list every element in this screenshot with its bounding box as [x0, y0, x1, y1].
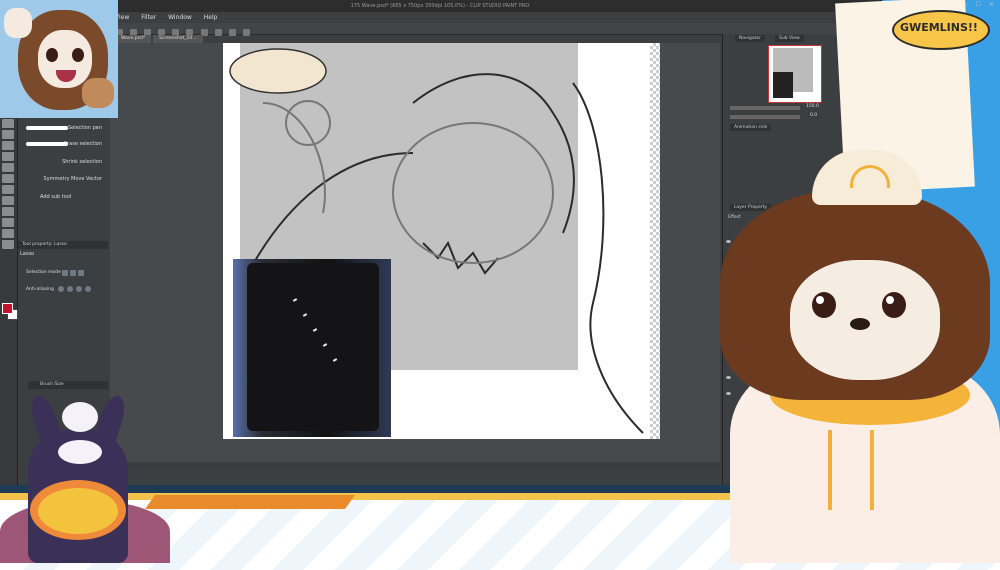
companion-fluff	[38, 488, 118, 534]
fill-tool-icon[interactable]	[2, 163, 14, 172]
mode-new-icon[interactable]	[62, 270, 68, 276]
subtool-label: Erase selection	[63, 141, 102, 147]
tool-property-header: Tool property: Lasso	[18, 241, 108, 249]
background-accent	[145, 495, 355, 509]
brush-preview-icon	[26, 126, 68, 130]
ruler-icon[interactable]	[242, 29, 250, 36]
vtuber-eye	[882, 292, 906, 318]
subtool-panel: Selection pen Erase selection Shrink sel…	[18, 100, 108, 240]
menu-window[interactable]: Window	[168, 12, 192, 23]
vtuber-eye	[812, 292, 836, 318]
avatar-paw	[4, 8, 32, 38]
document-tabs: Wave.psd* Screenshot_20...	[115, 35, 203, 43]
airbrush-tool-icon[interactable]	[2, 130, 14, 139]
brush-tool-icon[interactable]	[2, 119, 14, 128]
sketch-paw	[285, 100, 331, 146]
gradient-tool-icon[interactable]	[2, 174, 14, 183]
canvas-status-bar	[110, 462, 720, 471]
sketch-stroke	[572, 82, 644, 434]
sketch-stroke	[262, 102, 326, 214]
eye-icon[interactable]	[726, 376, 731, 379]
rotate-slider[interactable]	[730, 115, 800, 119]
eraser-tool-icon[interactable]	[2, 141, 14, 150]
hoodie-drawstring	[828, 430, 832, 510]
navigator-zoom-value[interactable]: 150.0	[806, 104, 819, 109]
brush-size-header: Brush Size	[28, 381, 108, 389]
mode-add-icon[interactable]	[70, 270, 76, 276]
text-tool-icon[interactable]	[2, 218, 14, 227]
reference-photo[interactable]	[233, 259, 391, 437]
tab-screenshot[interactable]: Screenshot_20...	[153, 35, 203, 43]
eye-shine	[886, 296, 894, 304]
subtool-erase-selection[interactable]: Erase selection	[20, 138, 106, 151]
sign-text: GWEMLINS!!	[900, 21, 978, 34]
subtool-label: Shrink selection	[62, 159, 102, 165]
avatar-picture	[0, 0, 118, 118]
menu-filter[interactable]: Filter	[141, 12, 156, 23]
mode-subtract-icon[interactable]	[78, 270, 84, 276]
figure-tool-icon[interactable]	[2, 185, 14, 194]
menu-help[interactable]: Help	[204, 12, 218, 23]
sketch-stroke	[422, 240, 499, 275]
sketch-stroke	[412, 73, 575, 234]
frame-tool-icon[interactable]	[2, 196, 14, 205]
selection-mode-label: Selection mode	[26, 270, 61, 275]
subtool-label: Selection pen	[67, 125, 102, 131]
navigator-angle-value[interactable]: 0.0	[810, 113, 817, 118]
shirt-photo	[247, 263, 379, 431]
avatar-eye	[72, 48, 84, 62]
avatar-eye	[46, 48, 58, 62]
sketch-head	[392, 122, 554, 264]
eye-icon[interactable]	[726, 392, 731, 395]
correct-line-tool-icon[interactable]	[2, 240, 14, 249]
snap-icon[interactable]	[228, 29, 236, 36]
companion-hair	[62, 402, 98, 432]
foreground-color-swatch[interactable]	[2, 303, 13, 314]
subtool-selection-pen[interactable]: Selection pen	[20, 122, 106, 135]
navigator-thumbnail[interactable]	[768, 45, 822, 103]
hoodie-drawstring	[870, 430, 874, 510]
subtool-shrink-selection[interactable]: Shrink selection	[20, 156, 106, 169]
maximize-button[interactable]: ☐	[976, 1, 981, 8]
close-button[interactable]: ✕	[989, 1, 994, 8]
window-controls[interactable]: — ☐ ✕	[962, 1, 994, 8]
zoom-slider[interactable]	[730, 106, 800, 110]
subtool-label: Symmetry Move Vector	[43, 176, 102, 182]
balloon-tool-icon[interactable]	[2, 229, 14, 238]
tab-subview[interactable]: Sub View	[775, 35, 804, 42]
thumbnail-photo	[773, 72, 793, 98]
tab-wave[interactable]: Wave.psd*	[115, 35, 152, 43]
avatar-paw	[82, 78, 114, 108]
tab-navigator[interactable]: Navigator	[735, 35, 766, 42]
menu-bar: View Filter Window Help	[115, 12, 217, 23]
eye-icon[interactable]	[726, 240, 731, 243]
aa-medium-icon[interactable]	[76, 286, 82, 292]
blend-tool-icon[interactable]	[2, 152, 14, 161]
ruler-tool-icon[interactable]	[2, 207, 14, 216]
subtool-symmetry-move-vector[interactable]: Symmetry Move Vector	[20, 173, 106, 186]
tool-property-title: Lasso	[20, 251, 35, 257]
aa-weak-icon[interactable]	[67, 286, 73, 292]
brush-preview-icon	[26, 142, 68, 146]
sketch-arm	[229, 48, 327, 94]
tab-animation-cels[interactable]: Animation cels	[730, 124, 772, 131]
vtuber-nose	[850, 318, 870, 330]
transform-icon[interactable]	[214, 29, 222, 36]
anti-aliasing-label: Anti-aliasing	[26, 287, 54, 292]
aa-strong-icon[interactable]	[85, 286, 91, 292]
add-subtool-button[interactable]: Add sub tool	[40, 194, 71, 200]
window-title: 175 Wave.psd* (665 x 750px 350dpi 105.0%…	[0, 0, 880, 12]
effect-label: Effect	[724, 214, 745, 221]
eye-shine	[816, 296, 824, 304]
aa-none-icon[interactable]	[58, 286, 64, 292]
companion-face	[58, 440, 102, 464]
